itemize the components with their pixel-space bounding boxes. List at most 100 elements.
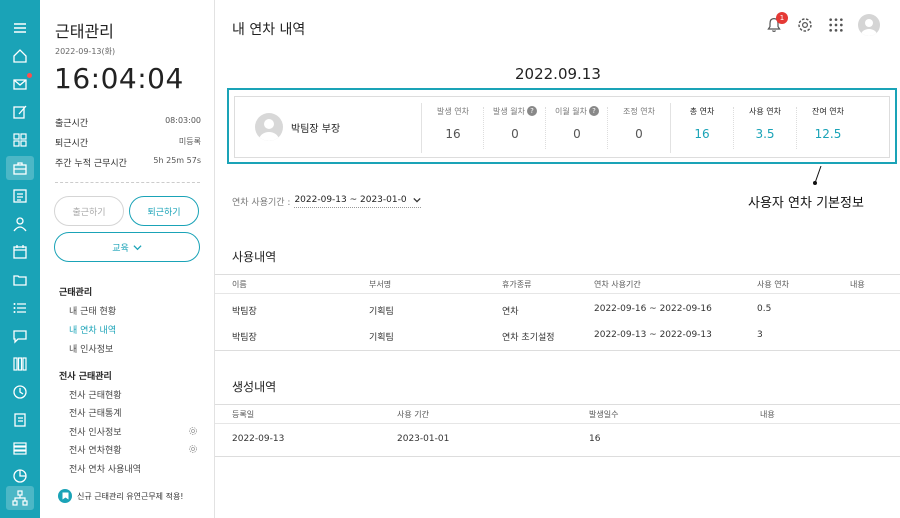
weekly-hours-label: 주간 누적 근무시간 <box>55 159 127 169</box>
usage-section-title: 사용내역 <box>232 250 277 264</box>
menu-item-company-leave-status[interactable]: 전사 연차현황 <box>69 443 122 456</box>
current-date: 2022-09-13(화) <box>55 47 116 56</box>
gear-icon[interactable] <box>188 426 198 436</box>
menu-item-my-leave[interactable]: 내 연차 내역 <box>69 323 116 336</box>
contacts-card-icon[interactable] <box>6 184 34 208</box>
checkin-button[interactable]: 출근하기 <box>54 196 124 226</box>
stat-value: 3.5 <box>755 127 775 141</box>
folder-icon[interactable] <box>6 268 34 292</box>
menu-group-attendance: 근태관리 <box>59 288 93 298</box>
column-header: 이름 <box>232 280 247 289</box>
edit-icon[interactable] <box>6 100 34 124</box>
notice-text: 신규 근태관리 유연근무제 적용! <box>77 491 184 501</box>
period-select[interactable]: 2022-09-13 ~ 2023-01-0 <box>294 195 421 208</box>
column-header: 연차 사용기간 <box>594 280 641 289</box>
weekly-hours-row: 주간 누적 근무시간 5h 25m 57s <box>55 156 201 169</box>
icon-rail <box>0 0 40 518</box>
checkout-value: 미등록 <box>178 137 201 146</box>
org-chart-icon[interactable] <box>6 486 34 510</box>
pie-icon[interactable] <box>6 464 34 488</box>
menu-item-company-stats[interactable]: 전사 근태통계 <box>69 406 122 419</box>
stat-value: 16 <box>694 127 710 141</box>
education-dropdown-button[interactable]: 교육 <box>54 232 200 262</box>
checkin-label: 출근시간 <box>55 119 89 129</box>
table-cell: 16 <box>589 434 601 444</box>
table-cell: 기획팀 <box>369 307 394 317</box>
book-icon[interactable] <box>6 408 34 432</box>
stat-label-text: 이월 월차 <box>555 106 587 116</box>
page-title: 내 연차 내역 <box>232 22 306 38</box>
column-header: 부서명 <box>369 280 392 289</box>
main-content: 내 연차 내역 1 2022.09.13 박팀장 부장 발생 연차 16 발생 … <box>215 0 900 518</box>
creation-section-title: 생성내역 <box>232 380 277 394</box>
list-icon[interactable] <box>6 296 34 320</box>
menu-icon[interactable] <box>6 16 34 40</box>
table-cell: 3 <box>757 330 763 340</box>
menu-item-company-leave-usage[interactable]: 전사 연차 사용내역 <box>69 462 141 475</box>
stat-value: 0 <box>511 127 519 141</box>
briefcase-icon[interactable] <box>6 156 34 180</box>
notification-bell-icon[interactable]: 1 <box>765 12 788 34</box>
chevron-down-icon <box>133 244 142 250</box>
menu-item-my-attendance[interactable]: 내 근태 현황 <box>69 304 116 317</box>
top-toolbar: 1 <box>765 12 880 36</box>
checkout-label: 퇴근시간 <box>55 139 89 149</box>
bookmark-icon <box>58 489 72 503</box>
help-icon[interactable]: ? <box>588 106 599 116</box>
table-cell: 연차 초기설정 <box>502 333 555 343</box>
leave-stat-used: 사용 연차 3.5 <box>734 105 796 149</box>
apps-grid-icon[interactable] <box>6 128 34 152</box>
table-cell: 2022-09-13 <box>232 434 285 444</box>
column-header: 발생일수 <box>589 410 619 419</box>
period-value: 2022-09-13 ~ 2023-01-0 <box>294 195 407 205</box>
user-avatar[interactable] <box>858 14 880 36</box>
calendar-icon[interactable] <box>6 240 34 264</box>
checkout-button[interactable]: 퇴근하기 <box>129 196 199 226</box>
help-icon[interactable]: ? <box>526 106 537 116</box>
stat-value: 0 <box>573 127 581 141</box>
column-header: 사용 기간 <box>397 410 429 419</box>
table-cell: 2022-09-13 ~ 2022-09-13 <box>594 330 712 340</box>
home-icon[interactable] <box>6 44 34 68</box>
divider <box>215 456 900 457</box>
period-filter: 연차 사용기간 : 2022-09-13 ~ 2023-01-0 <box>232 195 421 208</box>
leave-stat-adjusted: 조정 연차 0 <box>608 105 670 149</box>
leave-stat-monthly: 발생 월차? 0 <box>484 105 546 149</box>
chat-icon[interactable] <box>6 324 34 348</box>
leave-summary-card: 박팀장 부장 발생 연차 16 발생 월차? 0 이월 월차? 0 조정 연차 … <box>234 96 890 158</box>
summary-date: 2022.09.13 <box>515 65 601 83</box>
menu-item-company-hr-info[interactable]: 전사 인사정보 <box>69 425 122 438</box>
gear-icon[interactable] <box>188 444 198 454</box>
menu-item-company-status[interactable]: 전사 근태현황 <box>69 388 122 401</box>
stack-icon[interactable] <box>6 436 34 460</box>
column-header: 사용 연차 <box>757 280 789 289</box>
table-cell: 연차 <box>502 307 519 317</box>
user-name: 박팀장 부장 <box>291 123 341 135</box>
sidebar-title: 근태관리 <box>55 22 114 41</box>
stat-value: 0 <box>635 127 643 141</box>
table-cell: 박팀장 <box>232 307 257 317</box>
leave-stat-total: 총 연차 16 <box>671 105 733 149</box>
settings-gear-icon[interactable] <box>796 16 814 34</box>
callout-label: 사용자 연차 기본정보 <box>748 196 864 211</box>
table-header <box>215 274 900 294</box>
column-header: 등록일 <box>232 410 255 419</box>
divider <box>215 350 900 351</box>
notice-banner[interactable]: 신규 근태관리 유연근무제 적용! <box>58 489 184 503</box>
leave-stat-issued: 발생 연차 16 <box>422 105 484 149</box>
stat-label: 발생 월차? <box>484 105 546 117</box>
leave-stat-carryover: 이월 월차? 0 <box>546 105 608 149</box>
leave-stat-remaining: 잔여 연차 12.5 <box>797 105 859 149</box>
clock-icon[interactable] <box>6 380 34 404</box>
column-header: 내용 <box>850 280 865 289</box>
menu-item-my-hr-info[interactable]: 내 인사정보 <box>69 342 113 355</box>
chevron-down-icon <box>412 197 421 203</box>
app-grid-icon[interactable] <box>827 16 845 34</box>
current-time: 16:04:04 <box>54 62 184 95</box>
checkin-time-row: 출근시간 08:03:00 <box>55 116 201 129</box>
columns-icon[interactable] <box>6 352 34 376</box>
user-icon[interactable] <box>6 212 34 236</box>
table-cell: 기획팀 <box>369 333 394 343</box>
stat-value: 16 <box>445 127 461 141</box>
stat-label: 총 연차 <box>689 106 715 116</box>
